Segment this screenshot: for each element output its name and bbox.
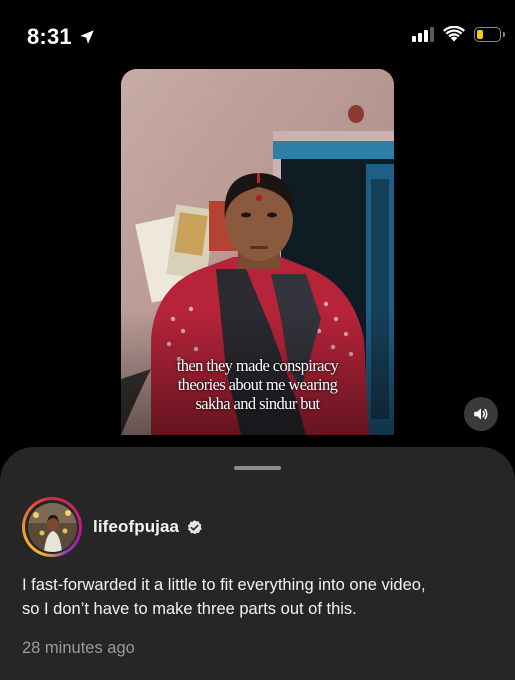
sound-toggle-button[interactable] (464, 397, 498, 431)
sheet-drag-handle[interactable] (234, 466, 281, 470)
video-caption-line: then they made conspiracy (176, 356, 339, 375)
video-caption-line: sakha and sindur but (195, 394, 320, 413)
post-caption-line: so I don’t have to make three parts out … (22, 600, 357, 618)
verified-badge-icon (187, 519, 202, 534)
status-indicators (412, 26, 505, 42)
post-caption: I fast-forwarded it a little to fit ever… (22, 573, 502, 621)
profile-picture (27, 502, 77, 552)
speaker-icon (474, 408, 488, 420)
avatar[interactable] (22, 497, 82, 557)
caption-sheet: lifeofpujaa I fast-forwarded it a little… (0, 447, 515, 680)
video-caption-line: theories about me wearing (177, 375, 338, 394)
post-timestamp: 28 minutes ago (22, 639, 135, 657)
cellular-signal-icon (412, 26, 434, 42)
battery-icon (474, 26, 505, 42)
username[interactable]: lifeofpujaa (93, 517, 179, 537)
battery-level-fill (477, 29, 484, 39)
clock-time: 8:31 (27, 24, 72, 49)
status-bar: 8:31 (0, 0, 515, 72)
post-caption-line: I fast-forwarded it a little to fit ever… (22, 576, 426, 594)
wifi-icon (443, 26, 465, 42)
video-caption: then they made conspiracy theories about… (121, 356, 394, 413)
status-time: 8:31 (27, 24, 96, 50)
username-row[interactable]: lifeofpujaa (93, 517, 203, 537)
location-arrow-icon (80, 30, 94, 44)
reel-video[interactable]: then they made conspiracy theories about… (121, 69, 394, 435)
